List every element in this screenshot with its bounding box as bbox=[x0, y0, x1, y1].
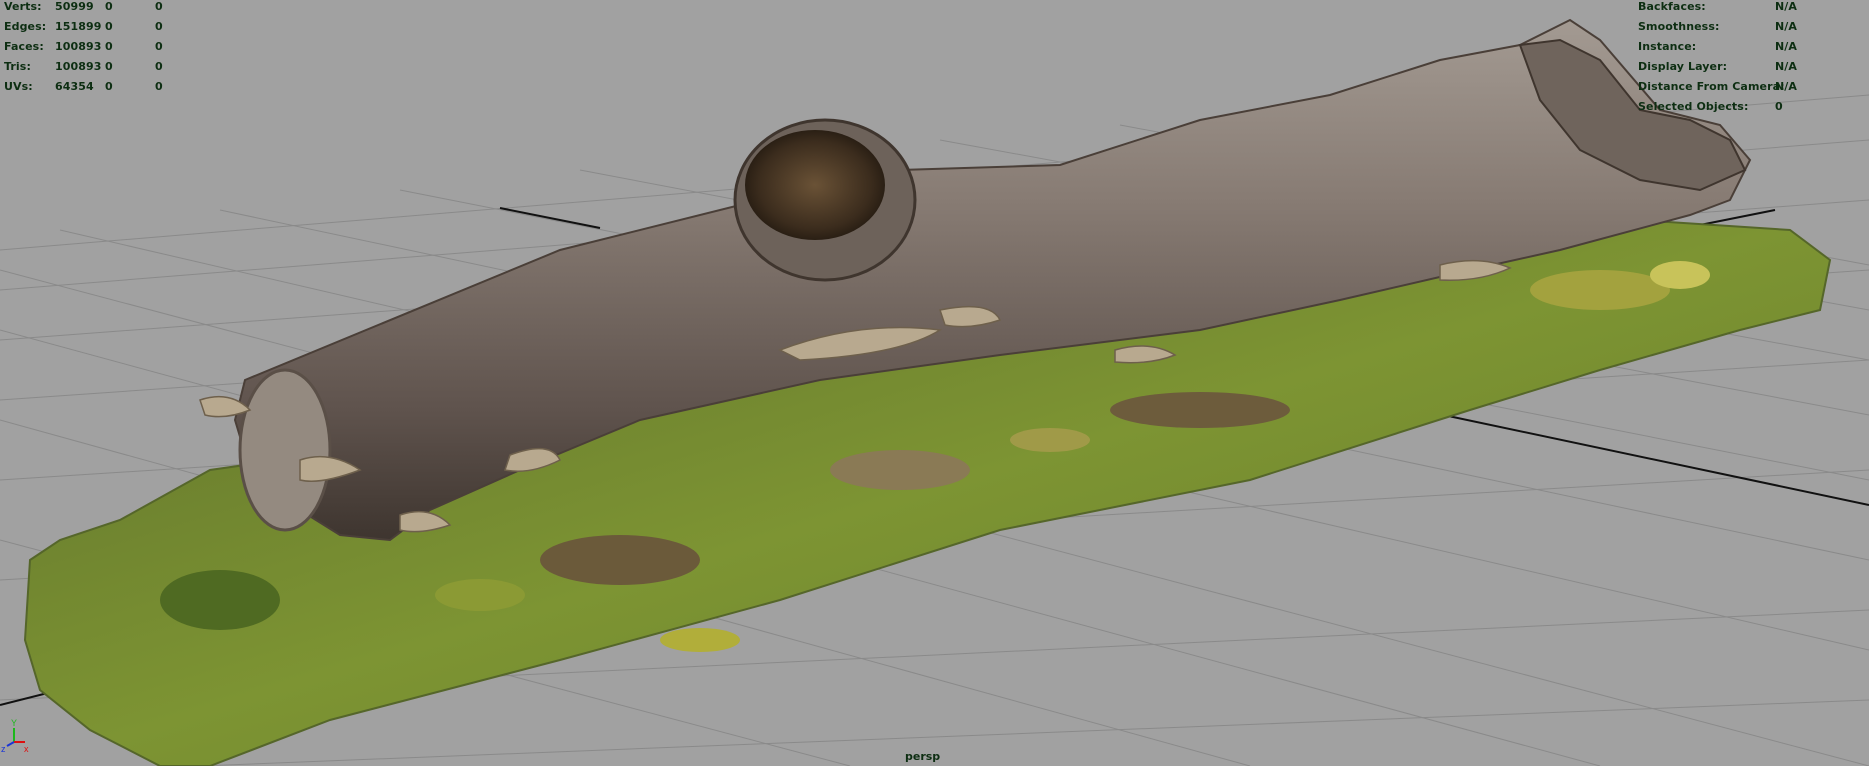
hud-value: N/A bbox=[1775, 40, 1798, 53]
hud-total: 64354 bbox=[55, 80, 94, 93]
hud-total: 100893 bbox=[55, 60, 102, 73]
view-axis-gizmo-icon: Y x z bbox=[1, 718, 29, 754]
axis-y-label: Y bbox=[11, 718, 17, 728]
hud-value: N/A bbox=[1775, 80, 1798, 93]
hud-label: UVs: bbox=[4, 80, 33, 93]
hud-components: 0 bbox=[155, 20, 163, 33]
hud-label: Smoothness: bbox=[1638, 20, 1720, 33]
hud-components: 0 bbox=[155, 0, 163, 13]
axis-x-label: x bbox=[24, 744, 29, 754]
hud-label: Verts: bbox=[4, 0, 42, 13]
hud-label: Edges: bbox=[4, 20, 47, 33]
hud-value: N/A bbox=[1775, 60, 1798, 73]
hud-selected: 0 bbox=[105, 0, 113, 13]
log-end-cap bbox=[238, 368, 332, 532]
hud-selected: 0 bbox=[105, 40, 113, 53]
hud-label: Distance From Camera: bbox=[1638, 80, 1785, 93]
hud-label: Selected Objects: bbox=[1638, 100, 1749, 113]
hud-components: 0 bbox=[155, 40, 163, 53]
hud-label: Backfaces: bbox=[1638, 0, 1706, 13]
hud-components: 0 bbox=[155, 60, 163, 73]
hud-value: 0 bbox=[1775, 100, 1783, 113]
hud-selected: 0 bbox=[105, 60, 113, 73]
hud-components: 0 bbox=[155, 80, 163, 93]
axis-z-label: z bbox=[1, 744, 6, 754]
knot-hole bbox=[745, 130, 885, 240]
hud-value: N/A bbox=[1775, 0, 1798, 13]
camera-name-label: persp bbox=[905, 750, 941, 763]
hud-label: Tris: bbox=[4, 60, 31, 73]
hud-total: 100893 bbox=[55, 40, 102, 53]
maya-perspective-viewport[interactable]: Verts: 50999 0 0 Edges: 151899 0 0 Faces: 100893 0… bbox=[0, 0, 1869, 766]
hud-label: Faces: bbox=[4, 40, 44, 53]
hud-selected: 0 bbox=[105, 20, 113, 33]
hud-total: 50999 bbox=[55, 0, 94, 13]
hud-label: Instance: bbox=[1638, 40, 1697, 53]
hud-value: N/A bbox=[1775, 20, 1798, 33]
scene-canvas[interactable] bbox=[0, 0, 1869, 766]
hud-total: 151899 bbox=[55, 20, 102, 33]
hud-selected: 0 bbox=[105, 80, 113, 93]
hud-label: Display Layer: bbox=[1638, 60, 1728, 73]
